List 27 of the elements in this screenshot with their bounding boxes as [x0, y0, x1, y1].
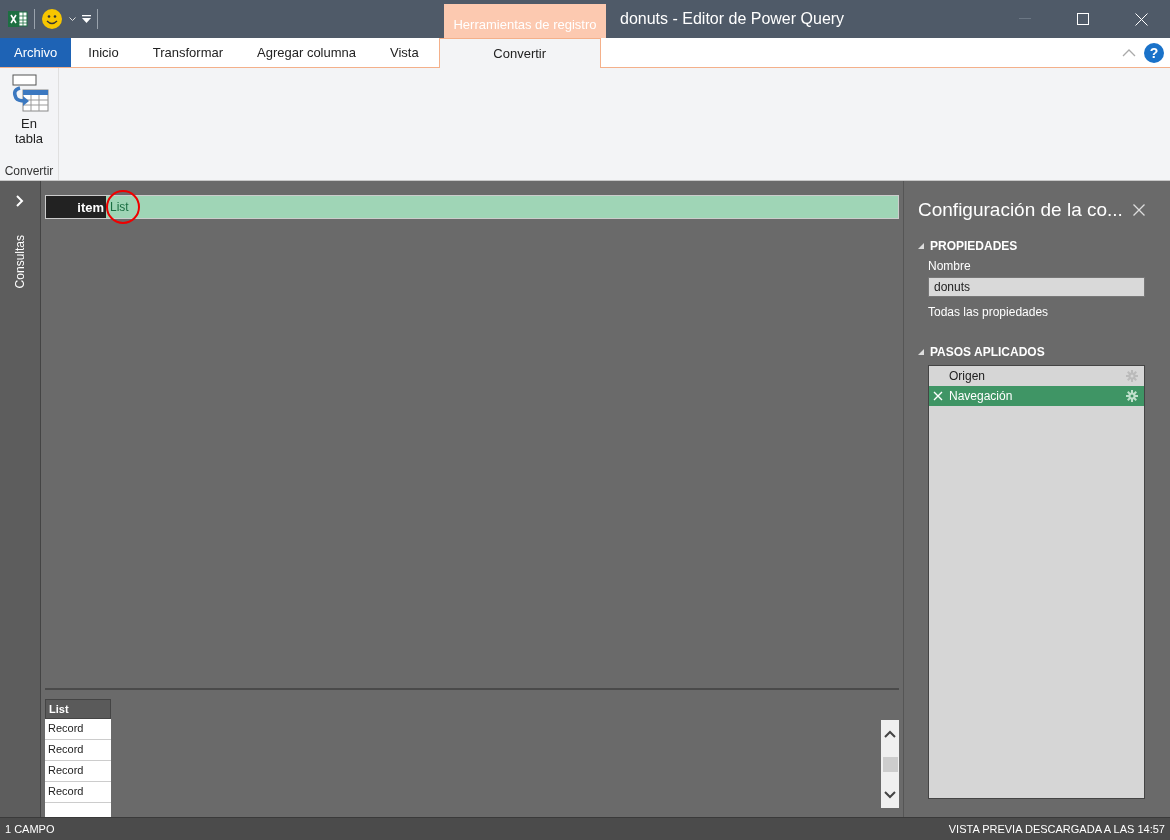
applied-step[interactable]: Origen	[929, 366, 1144, 386]
table-cell: Record	[45, 719, 111, 740]
queries-pane-label[interactable]: Consultas	[13, 235, 27, 289]
column-header: List	[45, 699, 111, 719]
name-field[interactable]: donuts	[928, 277, 1145, 297]
window-title: donuts - Editor de Power Query	[619, 10, 846, 28]
section-heading: PROPIEDADES	[930, 239, 1018, 253]
status-text: VISTA PREVIA DESCARGADA A LAS 14:57	[948, 823, 1165, 835]
pane-title: Configuración de la co...	[918, 199, 1123, 221]
help-button[interactable]: ?	[1144, 42, 1164, 63]
table-cell: Record	[45, 761, 111, 782]
step-label: Navegación	[949, 389, 1014, 403]
all-properties-link[interactable]: Todas las propiedades	[918, 305, 1145, 319]
table-cell: Record	[45, 782, 111, 803]
ribbon-tab[interactable]: Archivo	[0, 38, 72, 67]
applied-step[interactable]: Navegación	[929, 386, 1144, 406]
to-table-button[interactable]: En tabla	[4, 72, 54, 164]
section-heading: PASOS APLICADOS	[930, 345, 1045, 359]
list-link[interactable]: List	[106, 200, 129, 214]
contextual-tab-group-label: Herramientas de registro	[444, 4, 606, 38]
table-cell: Record	[45, 740, 111, 761]
step-label: Origen	[949, 369, 987, 383]
field-name: item	[46, 196, 106, 218]
field-label: Nombre	[927, 259, 972, 273]
status-text: 1 CAMPO	[5, 823, 55, 835]
ribbon-tab[interactable]: Convertir	[438, 38, 601, 68]
ribbon-group-label: Convertir	[4, 164, 54, 178]
